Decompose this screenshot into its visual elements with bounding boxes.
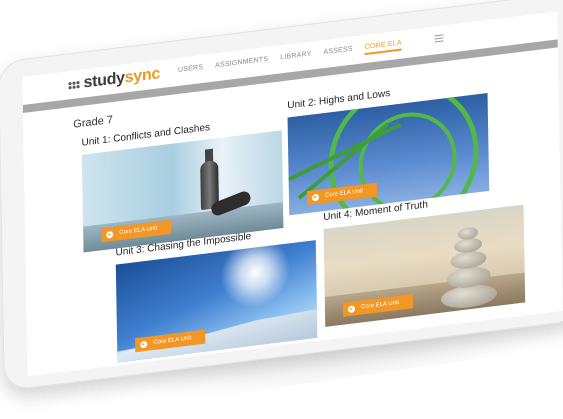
logo-word-sync: sync bbox=[124, 65, 161, 87]
tablet-device: study sync USERS ASSIGNMENTS LIBRARY ASSE… bbox=[0, 0, 563, 392]
screenshot-stage: study sync USERS ASSIGNMENTS LIBRARY ASSE… bbox=[0, 0, 563, 419]
unit-image-stones[interactable]: Core ELA Unit bbox=[323, 204, 526, 327]
nav-item-library[interactable]: LIBRARY bbox=[280, 50, 311, 65]
badge-label: Core ELA Unit bbox=[153, 335, 192, 347]
unit-image-sky[interactable]: Core ELA Unit bbox=[115, 240, 318, 363]
badge-label: Core ELA Unit bbox=[119, 225, 158, 237]
grade-heading: Grade 7 bbox=[73, 113, 114, 131]
unit-card-3[interactable]: Unit 3: Chasing the Impossible Core ELA … bbox=[115, 223, 318, 363]
logo-word-study: study bbox=[83, 69, 125, 92]
tablet-screen: study sync USERS ASSIGNMENTS LIBRARY ASSE… bbox=[22, 11, 563, 377]
pebble-beach-shape bbox=[324, 272, 526, 327]
nav-item-assignments[interactable]: ASSIGNMENTS bbox=[215, 55, 268, 72]
badge-label: Core ELA Unit bbox=[324, 188, 364, 199]
play-circle-icon bbox=[347, 304, 356, 313]
play-circle-icon bbox=[106, 230, 114, 239]
nav-item-assess[interactable]: ASSESS bbox=[323, 45, 352, 60]
badge-label: Core ELA Unit bbox=[360, 299, 400, 311]
play-circle-icon bbox=[140, 340, 148, 349]
logo-mark-icon bbox=[68, 80, 80, 89]
play-circle-icon bbox=[311, 193, 320, 202]
mountain-ridge-shape bbox=[117, 302, 318, 362]
nav-item-core-ela[interactable]: CORE ELA bbox=[364, 39, 402, 55]
unit-card-4[interactable]: Unit 4: Moment of Truth Core ELA Unit bbox=[323, 188, 526, 327]
hamburger-menu-icon[interactable] bbox=[434, 34, 444, 44]
sun-glare-shape bbox=[219, 240, 291, 312]
nav-item-users[interactable]: USERS bbox=[178, 63, 203, 77]
